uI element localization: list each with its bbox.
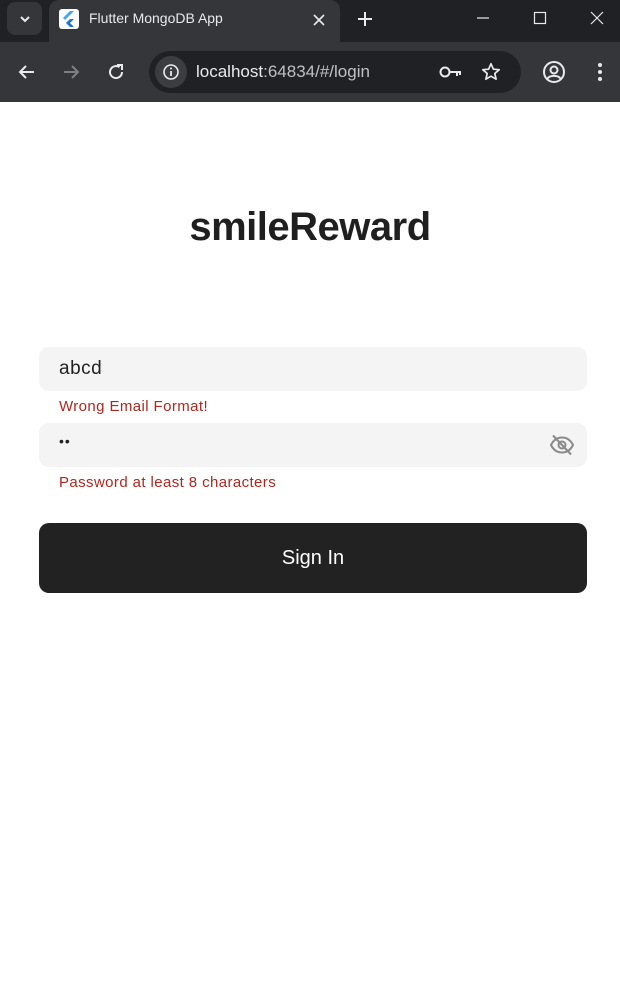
url-text: localhost:64834/#/login: [196, 62, 370, 82]
key-icon: [439, 66, 461, 78]
more-vertical-icon: [598, 63, 602, 81]
chevron-down-icon: [19, 15, 30, 22]
password-input[interactable]: [59, 419, 539, 463]
browser-tabstrip: Flutter MongoDB App: [0, 0, 620, 42]
flutter-icon: [59, 9, 79, 29]
back-button[interactable]: [11, 56, 43, 88]
eye-off-icon: [549, 434, 575, 456]
info-icon: [163, 64, 179, 80]
email-error-text: Wrong Email Format!: [59, 398, 209, 415]
new-tab-button[interactable]: [351, 5, 379, 33]
maximize-button[interactable]: [512, 0, 568, 36]
star-icon: [481, 62, 501, 81]
close-icon: [590, 11, 604, 25]
forward-button[interactable]: [55, 56, 87, 88]
close-tab-button[interactable]: [308, 9, 330, 31]
password-field[interactable]: [39, 419, 587, 467]
address-bar[interactable]: localhost:64834/#/login: [149, 51, 521, 93]
close-window-button[interactable]: [569, 0, 620, 36]
url-path: :64834/#/login: [263, 62, 370, 81]
browser-toolbar: localhost:64834/#/login: [0, 42, 620, 102]
bookmark-button[interactable]: [475, 56, 507, 88]
tab-title: Flutter MongoDB App: [89, 10, 223, 26]
browser-tab[interactable]: Flutter MongoDB App: [49, 0, 340, 42]
arrow-right-icon: [64, 65, 80, 79]
sign-in-button[interactable]: Sign In: [39, 523, 587, 593]
close-icon: [313, 14, 325, 26]
plus-icon: [358, 12, 372, 26]
minimize-icon: [477, 17, 489, 19]
toggle-password-visibility-button[interactable]: [547, 431, 577, 459]
account-icon: [543, 61, 565, 83]
menu-button[interactable]: [584, 56, 616, 88]
email-field[interactable]: [39, 347, 587, 391]
app-title: smileReward: [189, 205, 431, 249]
tab-search-button[interactable]: [7, 2, 42, 35]
reload-icon: [109, 64, 124, 80]
email-input[interactable]: [59, 347, 539, 391]
minimize-button[interactable]: [455, 0, 511, 36]
profile-button[interactable]: [538, 56, 570, 88]
arrow-left-icon: [18, 65, 34, 79]
password-error-text: Password at least 8 characters: [59, 474, 277, 491]
maximize-icon: [533, 11, 547, 25]
site-info-button[interactable]: [155, 56, 187, 88]
reload-button[interactable]: [100, 56, 132, 88]
login-page: smileReward Wrong Email Format! Password…: [0, 102, 620, 982]
password-manager-button[interactable]: [435, 56, 467, 88]
url-host: localhost: [196, 62, 264, 81]
